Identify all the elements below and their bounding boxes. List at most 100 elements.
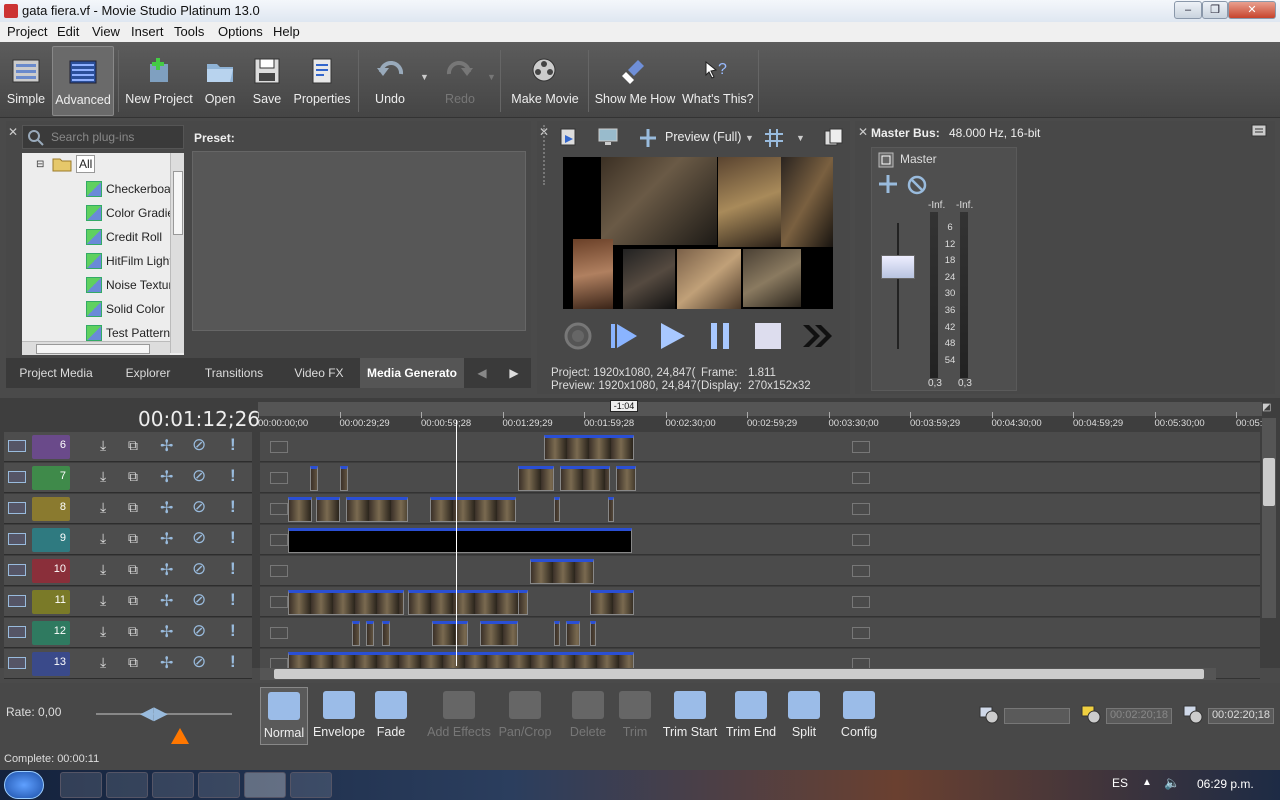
track-fx-icon[interactable]: ⤓	[100, 623, 118, 643]
taskbar-keyboard[interactable]	[152, 772, 194, 798]
grid-overlay-icon[interactable]	[763, 127, 785, 149]
properties-button[interactable]: Properties	[292, 46, 352, 116]
video-output-icon[interactable]	[559, 127, 579, 147]
minimize-button[interactable]: –	[1174, 1, 1202, 19]
track-solo-icon[interactable]: !	[230, 590, 242, 610]
track-motion-icon[interactable]: ⧉	[128, 623, 148, 643]
playhead-cursor[interactable]	[456, 420, 457, 666]
close-button[interactable]: ✕	[1228, 1, 1276, 19]
split-button[interactable]: Split	[784, 687, 824, 745]
record-button[interactable]	[561, 319, 595, 353]
trim-start-button[interactable]: Trim Start	[662, 687, 718, 745]
track-fx-icon[interactable]: ⤓	[100, 654, 118, 674]
mixer-options-icon[interactable]	[1251, 123, 1267, 139]
maximize-button[interactable]: ❐	[1202, 1, 1228, 19]
track-fx-icon[interactable]: ⤓	[100, 437, 118, 457]
panel-close-icon[interactable]: ✕	[8, 125, 18, 139]
monitor-icon[interactable]	[597, 127, 619, 147]
scrollbar-thumb[interactable]	[36, 344, 150, 354]
panel-close-icon[interactable]: ✕	[858, 125, 868, 139]
video-clip[interactable]	[432, 621, 468, 646]
preview-quality-dropdown[interactable]: Preview (Full)	[665, 130, 741, 144]
play-button[interactable]	[655, 319, 689, 353]
video-clip[interactable]	[554, 621, 560, 646]
track-mute-icon[interactable]: ⊘	[192, 435, 212, 455]
track-mute-icon[interactable]: ⊘	[192, 497, 212, 517]
taskbar-app-2[interactable]	[290, 772, 332, 798]
track-solo-icon[interactable]: !	[230, 528, 242, 548]
stop-button[interactable]	[751, 319, 785, 353]
selection-end-field[interactable]: 00:02:20;18	[1208, 708, 1274, 724]
track-expand-icon[interactable]	[8, 533, 26, 545]
tab-video-fx[interactable]: Video FX	[282, 358, 356, 388]
menu-tools[interactable]: Tools	[174, 24, 204, 39]
tabs-scroll-left-icon[interactable]: ◀	[470, 358, 494, 388]
track-fx-icon[interactable]: ⤓	[100, 561, 118, 581]
video-clip[interactable]	[430, 497, 516, 522]
video-clip[interactable]	[288, 497, 312, 522]
track-fx-icon[interactable]: ⤓	[100, 530, 118, 550]
redo-button[interactable]: Redo	[438, 46, 482, 116]
track-lane[interactable]	[260, 587, 1260, 617]
menu-help[interactable]: Help	[273, 24, 300, 39]
track-lane[interactable]	[260, 525, 1260, 555]
grid-dropdown-icon[interactable]: ▼	[796, 133, 805, 143]
track-automation-icon[interactable]: ✢	[160, 498, 180, 518]
track-motion-icon[interactable]: ⧉	[128, 530, 148, 550]
simple-button[interactable]: Simple	[4, 46, 48, 116]
delete-button[interactable]: Delete	[566, 687, 610, 745]
tabs-scroll-right-icon[interactable]: ▶	[502, 358, 526, 388]
automation-icon[interactable]	[876, 174, 900, 194]
new-project-button[interactable]: New Project	[124, 46, 194, 116]
track-expand-icon[interactable]	[8, 471, 26, 483]
taskbar-chrome[interactable]	[106, 772, 148, 798]
video-clip[interactable]	[518, 590, 528, 615]
track-solo-icon[interactable]: !	[230, 652, 242, 672]
plugin-item[interactable]: Color Gradier	[106, 206, 178, 220]
clock[interactable]: 06:29 p.m.	[1197, 777, 1254, 791]
video-clip[interactable]	[288, 528, 632, 553]
track-fx-icon[interactable]: ⤓	[100, 468, 118, 488]
start-button[interactable]	[4, 771, 44, 799]
rate-slider-handle[interactable]: ◀▶	[140, 703, 168, 724]
video-clip[interactable]	[288, 590, 404, 615]
preview-quality-chevron-icon[interactable]: ▼	[745, 133, 754, 143]
plugin-item[interactable]: HitFilm Light I	[106, 254, 179, 268]
play-from-start-button[interactable]	[607, 319, 641, 353]
track-mute-icon[interactable]: ⊘	[192, 466, 212, 486]
track-expand-icon[interactable]	[8, 440, 26, 452]
tab-project-media[interactable]: Project Media	[10, 358, 102, 388]
track-lane[interactable]	[260, 432, 1260, 462]
track-expand-icon[interactable]	[8, 502, 26, 514]
track-lane[interactable]	[260, 463, 1260, 493]
track-automation-icon[interactable]: ✢	[160, 591, 180, 611]
timeline-ruler[interactable]: 00:00:00;00 00:00:29;29 00:00:59;28 00:01:2…	[258, 412, 1273, 432]
tree-vertical-scrollbar[interactable]	[170, 153, 184, 353]
video-clip[interactable]	[616, 466, 636, 491]
track-motion-icon[interactable]: ⧉	[128, 592, 148, 612]
track-motion-icon[interactable]: ⧉	[128, 561, 148, 581]
video-clip[interactable]	[480, 621, 518, 646]
track-automation-icon[interactable]: ✢	[160, 529, 180, 549]
panel-grip[interactable]	[543, 125, 546, 185]
track-mute-icon[interactable]: ⊘	[192, 559, 212, 579]
more-transport-button[interactable]	[799, 319, 833, 353]
taskbar-app[interactable]	[198, 772, 240, 798]
taskbar-movie-studio[interactable]	[244, 772, 286, 798]
tree-root-all[interactable]: All	[76, 155, 96, 173]
plugin-item[interactable]: Checkerboar	[106, 182, 175, 196]
video-clip[interactable]	[530, 559, 594, 584]
scrollbar-thumb[interactable]	[1263, 458, 1275, 506]
video-clip[interactable]	[590, 590, 634, 615]
whats-this-button[interactable]: ? What's This?	[682, 46, 754, 116]
track-motion-icon[interactable]: ⧉	[128, 499, 148, 519]
tray-expand-icon[interactable]: ▲	[1142, 777, 1152, 788]
master-volume-fader[interactable]	[881, 255, 915, 279]
copy-snapshot-icon[interactable]	[823, 127, 843, 149]
plugin-item[interactable]: Credit Roll	[106, 230, 162, 244]
track-automation-icon[interactable]: ✢	[160, 560, 180, 580]
video-clip[interactable]	[340, 466, 348, 491]
trim-button[interactable]: Trim	[614, 687, 656, 745]
undo-dropdown-icon[interactable]: ▼	[420, 72, 429, 82]
split-screen-icon[interactable]	[637, 128, 659, 148]
